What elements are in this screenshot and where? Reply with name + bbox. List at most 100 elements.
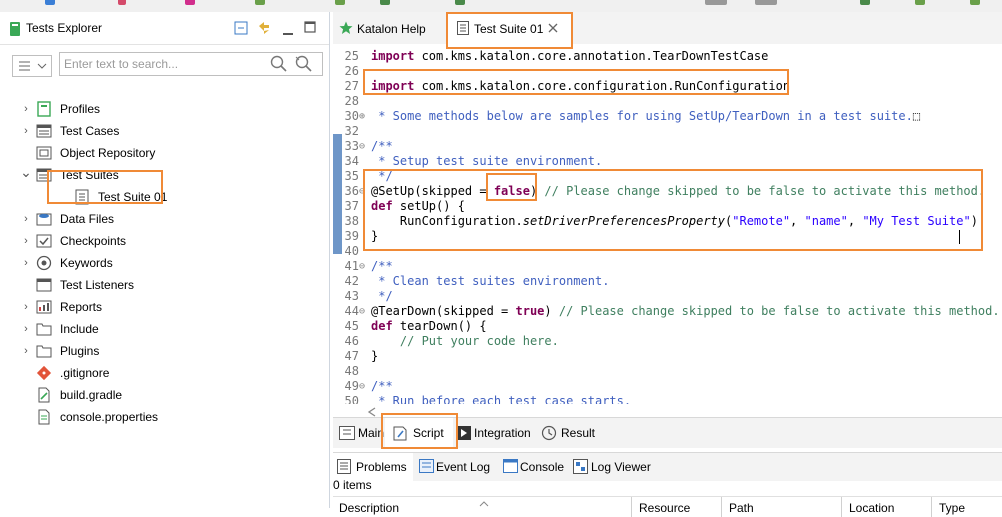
- column-header-location[interactable]: Location: [849, 501, 894, 515]
- code-token: */: [371, 169, 393, 183]
- tree-item-keywords[interactable]: › Keywords: [0, 252, 329, 274]
- tab-log-viewer[interactable]: Log Viewer: [573, 453, 663, 481]
- tree-item-data-files[interactable]: › Data Files: [0, 208, 329, 230]
- code-text: // Put your code here.: [371, 334, 559, 349]
- tree-item-gitignore[interactable]: .gitignore: [0, 362, 329, 384]
- collapse-fold-icon[interactable]: ⊖: [359, 379, 369, 394]
- code-line: 43 */: [333, 289, 1002, 304]
- tree-item-label: Reports: [60, 300, 103, 314]
- tree-item-test-suites[interactable]: ⌄ Test Suites: [0, 164, 329, 186]
- data-files-icon: [36, 211, 52, 227]
- collapse-fold-icon[interactable]: ⊖: [359, 139, 369, 154]
- code-line: 38 RunConfiguration.setDriverPreferences…: [333, 214, 1002, 229]
- tab-test-suite-01[interactable]: Test Suite 01: [447, 12, 571, 44]
- test-listeners-icon: [36, 277, 52, 293]
- tree-item-console-properties[interactable]: console.properties: [0, 406, 329, 428]
- test-suites-icon: [36, 167, 52, 183]
- tab-label: Katalon Help: [357, 22, 426, 36]
- problems-table-header: Description Resource Path Location Type: [333, 496, 1002, 517]
- tree-item-test-cases[interactable]: › Test Cases: [0, 120, 329, 142]
- text-cursor: [959, 230, 960, 244]
- line-number: 34: [344, 154, 359, 168]
- collapse-fold-icon[interactable]: ⊖: [359, 304, 369, 319]
- code-token: * Setup test suite environment.: [371, 154, 603, 168]
- chevron-right-icon[interactable]: ›: [20, 256, 32, 270]
- tree-item-reports[interactable]: › Reports: [0, 296, 329, 318]
- tab-problems[interactable]: Problems: [333, 453, 413, 481]
- tree-item-test-suite-01[interactable]: Test Suite 01: [0, 186, 329, 208]
- script-code-editor[interactable]: 25 import com.kms.katalon.core.annotation…: [333, 44, 1002, 404]
- code-line: 46 // Put your code here.: [333, 334, 1002, 349]
- expand-fold-icon[interactable]: ⊕: [359, 109, 369, 124]
- search-icon[interactable]: [270, 55, 288, 76]
- log-viewer-icon: [573, 459, 588, 477]
- column-header-type[interactable]: Type: [939, 501, 965, 515]
- chevron-right-icon[interactable]: ›: [20, 234, 32, 248]
- toolbar-strip: [0, 0, 1002, 12]
- column-header-description[interactable]: Description: [339, 501, 399, 515]
- code-text: def setUp() {: [371, 199, 465, 214]
- code-text: }: [371, 229, 378, 244]
- tree-item-include[interactable]: › Include: [0, 318, 329, 340]
- column-header-path[interactable]: Path: [729, 501, 754, 515]
- advanced-search-icon[interactable]: [294, 55, 314, 76]
- column-header-resource[interactable]: Resource: [639, 501, 690, 515]
- code-token: ): [970, 214, 978, 228]
- filter-button[interactable]: [12, 55, 52, 77]
- chevron-right-icon[interactable]: ›: [20, 212, 32, 226]
- editor-area: Katalon Help Test Suite 01 25 import com.…: [333, 12, 1002, 517]
- close-icon[interactable]: [547, 22, 559, 37]
- tab-integration[interactable]: Integration: [453, 418, 535, 448]
- code-line: 33 ⊖/**: [333, 139, 1002, 154]
- tree-item-label: Checkpoints: [60, 234, 127, 248]
- tab-katalon-help[interactable]: Katalon Help: [333, 12, 445, 44]
- tree-item-label: Test Suites: [60, 168, 119, 182]
- code-token: true: [515, 304, 545, 318]
- tree-item-label: console.properties: [60, 410, 159, 424]
- code-text: }: [371, 349, 378, 364]
- tree-item-object-repository[interactable]: Object Repository: [0, 142, 329, 164]
- tree-item-test-listeners[interactable]: Test Listeners: [0, 274, 329, 296]
- test-suite-icon: [457, 21, 469, 38]
- collapse-fold-icon[interactable]: ⊖: [359, 184, 369, 199]
- tab-script[interactable]: Script: [385, 418, 453, 448]
- tree-item-label: Profiles: [60, 102, 101, 116]
- line-number: 32: [344, 124, 359, 138]
- tree-item-plugins[interactable]: › Plugins: [0, 340, 329, 362]
- tree-item-label: Keywords: [60, 256, 113, 270]
- tests-explorer-tab[interactable]: Tests Explorer: [0, 12, 329, 45]
- collapse-all-icon[interactable]: [234, 21, 248, 38]
- code-text: * Run before each test case starts.: [371, 394, 631, 404]
- maximize-icon[interactable]: [304, 21, 316, 36]
- code-line: 27 import com.kms.katalon.core.configurat…: [333, 79, 1002, 94]
- tree-item-profiles[interactable]: › Profiles: [0, 98, 329, 120]
- collapse-fold-icon[interactable]: ⊖: [359, 259, 369, 274]
- tab-result[interactable]: Result: [538, 418, 608, 448]
- minimize-icon[interactable]: [283, 25, 295, 39]
- code-line: 47}: [333, 349, 1002, 364]
- line-number: 50: [344, 394, 359, 404]
- chevron-right-icon[interactable]: ›: [20, 344, 32, 358]
- star-icon: [339, 21, 353, 38]
- chevron-down-icon[interactable]: ⌄: [20, 165, 32, 179]
- tree-item-build-gradle[interactable]: build.gradle: [0, 384, 329, 406]
- link-with-editor-icon[interactable]: [256, 20, 272, 39]
- chevron-right-icon[interactable]: ›: [20, 322, 32, 336]
- tab-console[interactable]: Console: [499, 453, 571, 481]
- code-token: * Some methods below are samples for usi…: [371, 109, 913, 123]
- tab-event-log[interactable]: Event Log: [415, 453, 497, 481]
- tree-item-checkpoints[interactable]: › Checkpoints: [0, 230, 329, 252]
- line-number: 45: [344, 319, 359, 333]
- chevron-right-icon[interactable]: ›: [20, 124, 32, 138]
- tab-main[interactable]: Main: [333, 418, 384, 448]
- chevron-right-icon[interactable]: ›: [20, 300, 32, 314]
- code-text: */: [371, 169, 393, 184]
- tab-label: Event Log: [436, 460, 491, 474]
- code-token: * Run before each test case starts.: [371, 394, 632, 404]
- code-token: import: [371, 79, 415, 93]
- code-text: import com.kms.katalon.core.configuratio…: [371, 79, 790, 94]
- chevron-right-icon[interactable]: ›: [20, 102, 32, 116]
- line-number: 41: [344, 259, 359, 273]
- code-token: /**: [371, 259, 393, 273]
- tab-label: Problems: [356, 460, 407, 474]
